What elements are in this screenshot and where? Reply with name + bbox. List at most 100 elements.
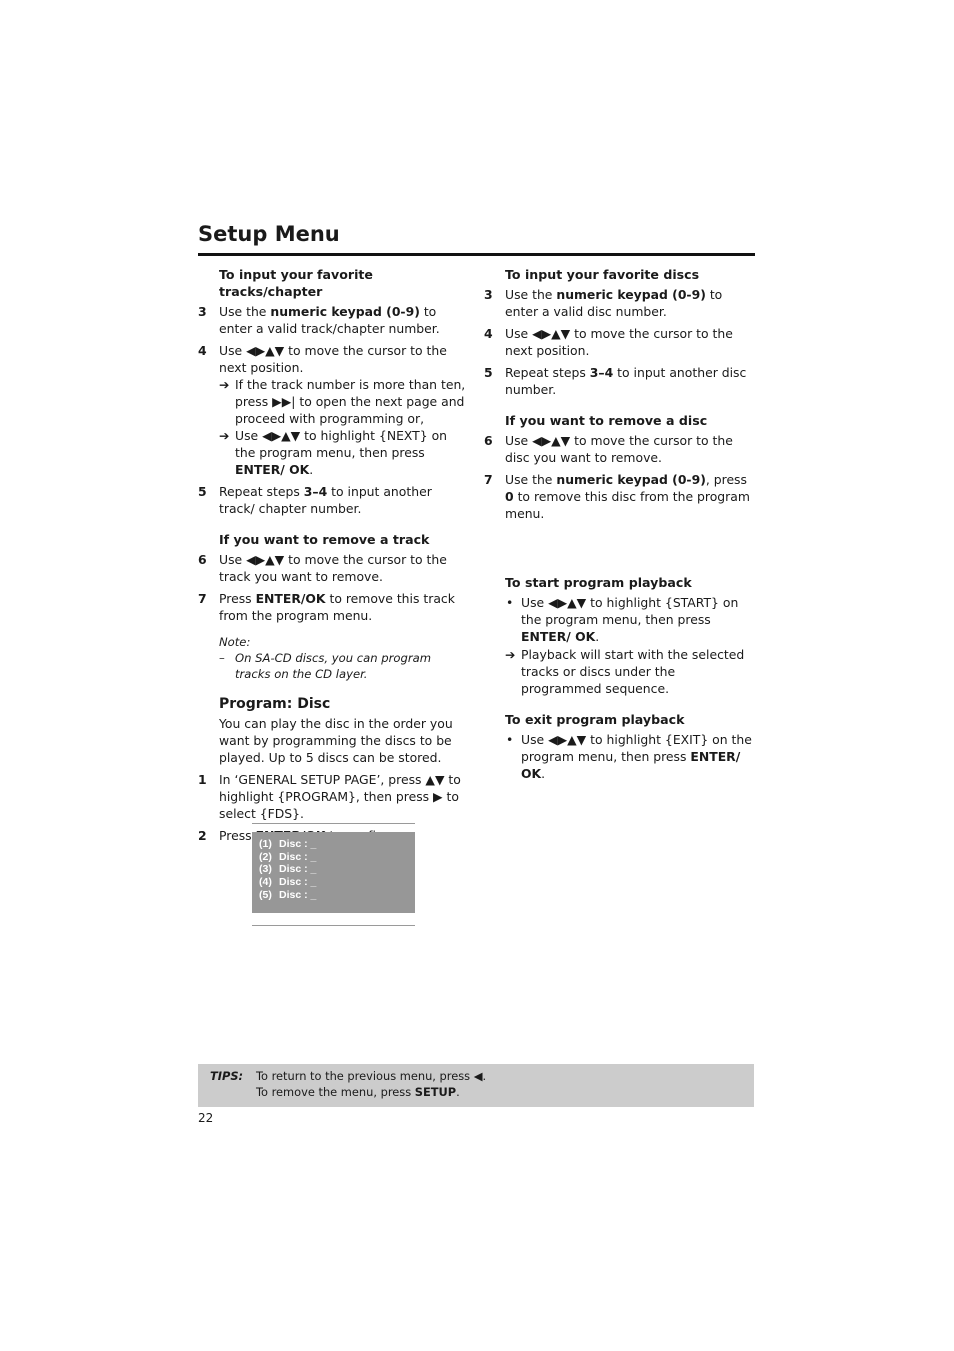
step-text: to remove this disc from the program men… (505, 489, 750, 521)
bullet-bold: ENTER/ OK (521, 629, 596, 644)
step-bold: 3–4 (303, 484, 328, 499)
result-bold: ENTER/ OK (235, 462, 310, 477)
step-number: 1 (198, 772, 207, 787)
disc-slot-row: (5) Disc : _ (259, 889, 415, 902)
bullet-icon: • (506, 595, 514, 610)
step-number: 3 (484, 287, 493, 302)
tips-bold: SETUP (414, 1085, 457, 1099)
screen-bottom-rule (252, 925, 415, 926)
start-result: ➔ Playback will start with the selected … (484, 646, 756, 697)
step-bold: numeric keypad (0-9) (270, 304, 420, 319)
track-step-5: 5 Repeat steps 3–4 to input another trac… (198, 483, 470, 517)
start-playback-heading: To start program playback (505, 575, 692, 590)
bullet-text: . (595, 629, 600, 644)
step-bold: 0 (505, 489, 514, 504)
exit-playback-heading: To exit program playback (505, 712, 685, 727)
arrow-icon: ➔ (219, 377, 230, 392)
tips-text: To remove the menu, press (256, 1085, 415, 1099)
left-column: To input your favorite tracks/chapter 3 … (198, 266, 470, 849)
disc-input-step-5: 5 Repeat steps 3–4 to input another disc… (484, 364, 756, 398)
step-number: 7 (198, 591, 207, 606)
note-item: – On SA-CD discs, you can program tracks… (219, 650, 470, 682)
step-text: Repeat steps (219, 484, 304, 499)
step-bold: numeric keypad (0-9) (556, 287, 706, 302)
step-bold: 3–4 (589, 365, 614, 380)
slot-label: Disc : _ (279, 838, 317, 850)
step-number: 4 (484, 326, 493, 341)
disc-slot-row: (3) Disc : _ (259, 863, 415, 876)
tips-text: . (456, 1085, 460, 1099)
remove-disc-heading: If you want to remove a disc (505, 413, 708, 428)
tips-box: TIPS: To return to the previous menu, pr… (198, 1064, 754, 1107)
slot-label: Disc : _ (279, 850, 317, 863)
note-text: On SA-CD discs, you can program tracks o… (235, 651, 431, 681)
slot-index: (3) (259, 863, 272, 876)
tips-label: TIPS: (210, 1069, 244, 1083)
tips-lines: To return to the previous menu, press ◀.… (256, 1068, 486, 1100)
step-number: 2 (198, 828, 207, 843)
bullet-text: . (541, 766, 546, 781)
step-number: 5 (198, 484, 207, 499)
step-number: 7 (484, 472, 493, 487)
track-step-4: 4 Use ◀▶▲▼ to move the cursor to the nex… (198, 342, 470, 478)
screen-top-rule (252, 823, 415, 824)
program-disc-heading: Program: Disc (219, 696, 331, 712)
disc-input-step-4: 4 Use ◀▶▲▼ to move the cursor to the nex… (484, 325, 756, 359)
step-text: Use ◀▶▲▼ to move the cursor to the next … (505, 326, 733, 358)
page-number: 22 (198, 1111, 214, 1125)
slot-index: (1) (259, 838, 272, 850)
step-text: In ‘GENERAL SETUP PAGE’, press ▲▼ to hig… (219, 772, 461, 821)
slot-index: (2) (259, 850, 272, 863)
step-text: Use the (505, 472, 557, 487)
step-number: 4 (198, 343, 207, 358)
step-number: 3 (198, 304, 207, 319)
note-label: Note: (219, 635, 251, 649)
result-text: Use ◀▶▲▼ to highlight {NEXT} on the prog… (235, 428, 448, 460)
title-rule (198, 253, 755, 256)
track-step-6: 6 Use ◀▶▲▼ to move the cursor to the tra… (198, 551, 470, 585)
step-number: 5 (484, 365, 493, 380)
disc-step-1: 1 In ‘GENERAL SETUP PAGE’, press ▲▼ to h… (198, 771, 470, 822)
result-text: . (309, 462, 314, 477)
bullet-icon: • (506, 732, 514, 747)
disc-remove-step-7: 7 Use the numeric keypad (0-9), press 0 … (484, 471, 756, 522)
step-text: Use ◀▶▲▼ to move the cursor to the track… (219, 552, 447, 584)
step-text: Use ◀▶▲▼ to move the cursor to the next … (219, 343, 447, 375)
disc-remove-step-6: 6 Use ◀▶▲▼ to move the cursor to the dis… (484, 432, 756, 466)
arrow-icon: ➔ (505, 647, 516, 662)
bullet-text: Use ◀▶▲▼ to highlight {START} on the pro… (521, 595, 739, 627)
program-disc-intro: You can play the disc in the order you w… (219, 716, 453, 765)
step-bold: ENTER/OK (255, 591, 326, 606)
slot-label: Disc : _ (279, 888, 317, 901)
disc-slot-row: (1) Disc : _ (259, 838, 415, 851)
disc-slot-row: (2) Disc : _ (259, 851, 415, 864)
note: Note: – On SA-CD discs, you can program … (219, 634, 470, 682)
step-text: , press (705, 472, 747, 487)
right-column: To input your favorite discs 3 Use the n… (484, 266, 756, 783)
result-line: ➔ Use ◀▶▲▼ to highlight {NEXT} on the pr… (219, 427, 470, 478)
disc-input-step-3: 3 Use the numeric keypad (0-9) to enter … (484, 286, 756, 320)
step-text: Repeat steps (505, 365, 590, 380)
result-line: ➔ If the track number is more than ten, … (219, 376, 470, 427)
result-text: If the track number is more than ten, pr… (235, 377, 466, 426)
dash-icon: – (219, 651, 225, 665)
step-text: Press (219, 828, 256, 843)
tips-line-2: To remove the menu, press SETUP. (256, 1084, 486, 1100)
step-text: Press (219, 591, 256, 606)
exit-bullet: • Use ◀▶▲▼ to highlight {EXIT} on the pr… (484, 731, 756, 782)
remove-track-heading: If you want to remove a track (219, 532, 430, 547)
step-number: 6 (198, 552, 207, 567)
track-step-3: 3 Use the numeric keypad (0-9) to enter … (198, 303, 470, 337)
tracks-heading: To input your favorite tracks/chapter (219, 267, 373, 299)
step-text: Use the (219, 304, 271, 319)
discs-heading: To input your favorite discs (505, 267, 700, 282)
slot-label: Disc : _ (279, 876, 317, 889)
step-number: 6 (484, 433, 493, 448)
step-text: Use the (505, 287, 557, 302)
result-text: Playback will start with the selected tr… (521, 647, 745, 696)
slot-index: (5) (259, 888, 272, 901)
step-text: Use ◀▶▲▼ to move the cursor to the disc … (505, 433, 733, 465)
disc-slot-row: (4) Disc : _ (259, 876, 415, 889)
slot-index: (4) (259, 876, 272, 889)
page-title: Setup Menu (198, 222, 340, 246)
